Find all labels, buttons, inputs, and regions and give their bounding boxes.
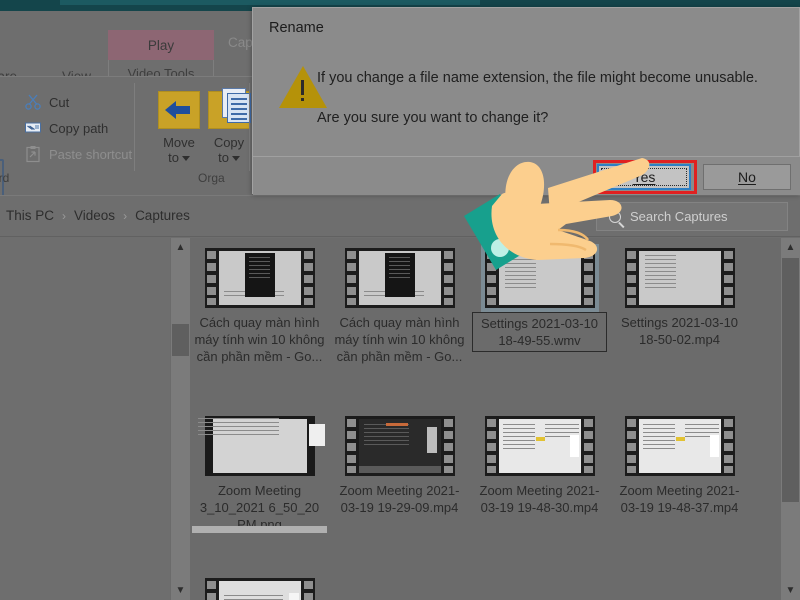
file-thumbnail xyxy=(341,412,459,480)
file-tile[interactable]: Zoom Meeting 2021-03-19 19-29-09.mp4 xyxy=(332,412,467,516)
copy-to-label-line1: Copy xyxy=(198,135,260,150)
no-button[interactable]: No xyxy=(703,164,791,190)
file-tile[interactable]: Cách quay màn hình máy tính win 10 không… xyxy=(192,244,327,365)
file-thumbnail xyxy=(201,244,319,312)
title-bar-inner xyxy=(60,0,480,5)
breadcrumb-separator: › xyxy=(123,209,127,223)
nav-scrollbar-thumb[interactable] xyxy=(172,324,189,356)
no-button-label: No xyxy=(738,169,756,185)
breadcrumb[interactable]: › This PC › Videos › Captures xyxy=(0,208,190,223)
breadcrumb-item-captures[interactable]: Captures xyxy=(135,208,190,223)
file-tile[interactable]: Zoom Meeting 2021-03-19 19-48-37.mp4 xyxy=(612,412,747,516)
tab-captures-label: Cap xyxy=(228,35,253,50)
copy-path-icon xyxy=(24,119,42,137)
scroll-up-arrow-icon[interactable]: ▲ xyxy=(171,238,190,257)
navigation-pane-scrollbar[interactable]: ▲ ▼ xyxy=(171,238,190,600)
file-name: Zoom Meeting 2021-03-19 19-48-37.mp4 xyxy=(612,480,747,516)
file-thumbnail xyxy=(201,412,319,480)
screenshot-root: Play Cap hare View Video Tools e xyxy=(0,0,800,600)
file-tile-partial[interactable] xyxy=(192,574,327,600)
tab-play[interactable]: Play xyxy=(108,30,214,60)
file-thumbnail xyxy=(481,412,599,480)
copy-path-label: Copy path xyxy=(49,121,108,136)
tab-captures[interactable]: Cap xyxy=(228,35,253,50)
warning-exclamation-dot xyxy=(301,98,304,101)
group-label-organize: Orga xyxy=(198,171,225,185)
pointing-hand-icon xyxy=(462,150,652,280)
navigation-pane[interactable] xyxy=(0,238,170,600)
cut-label: Cut xyxy=(49,95,69,110)
file-tile[interactable]: Cách quay màn hình máy tính win 10 không… xyxy=(332,244,467,365)
ribbon-button-copy-to[interactable]: Copy to xyxy=(198,87,260,165)
breadcrumb-item-videos[interactable]: Videos xyxy=(74,208,115,223)
file-name-edit-box[interactable]: Settings 2021-03-10 18-49-55.wmv xyxy=(472,312,607,352)
copy-to-folder-icon xyxy=(206,87,252,131)
move-to-label-line2: to xyxy=(168,150,179,165)
scroll-down-arrow-icon[interactable]: ▼ xyxy=(781,581,800,600)
dialog-message-line2: Are you sure you want to change it? xyxy=(317,110,548,126)
breadcrumb-item-this-pc[interactable]: This PC xyxy=(6,208,54,223)
move-to-folder-icon xyxy=(156,87,202,131)
file-tile[interactable]: Zoom Meeting 2021-03-19 19-48-30.mp4 xyxy=(472,412,607,516)
breadcrumb-separator: › xyxy=(62,209,66,223)
file-name: Zoom Meeting 2021-03-19 19-29-09.mp4 xyxy=(332,480,467,516)
paste-shortcut-label: Paste shortcut xyxy=(49,147,132,162)
ribbon-command-cut[interactable]: Cut xyxy=(24,93,69,111)
scroll-up-arrow-icon[interactable]: ▲ xyxy=(781,238,800,257)
tab-play-label: Play xyxy=(148,38,174,53)
dialog-title: Rename xyxy=(269,20,324,36)
warning-exclamation-stroke xyxy=(301,80,304,95)
scroll-down-arrow-icon[interactable]: ▼ xyxy=(171,581,190,600)
ribbon-group-separator-1 xyxy=(134,83,135,171)
file-tile[interactable]: Zoom Meeting 3_10_2021 6_50_20 PM.png xyxy=(192,412,327,533)
content-scrollbar-thumb[interactable] xyxy=(782,258,799,502)
dialog-body: If you change a file name extension, the… xyxy=(253,52,800,156)
address-bar: › This PC › Videos › Captures Search Cap… xyxy=(0,195,800,237)
chevron-down-icon[interactable] xyxy=(232,156,240,161)
content-pane: ▲ ▼ Cách quay màn hình máy tính win 10 k… xyxy=(0,238,800,600)
paste-shortcut-icon xyxy=(24,145,42,163)
ribbon-group-separator-2 xyxy=(249,83,250,171)
copy-to-label-line2: to xyxy=(218,150,229,165)
file-thumbnail xyxy=(621,412,739,480)
file-name: Cách quay màn hình máy tính win 10 không… xyxy=(332,312,467,365)
file-name: Zoom Meeting 2021-03-19 19-48-30.mp4 xyxy=(472,480,607,516)
file-name: Settings 2021-03-10 18-50-02.mp4 xyxy=(612,312,747,348)
file-thumbnail xyxy=(341,244,459,312)
file-name: Cách quay màn hình máy tính win 10 không… xyxy=(192,312,327,365)
content-pane-scrollbar[interactable]: ▲ ▼ xyxy=(781,238,800,600)
ribbon-command-paste-shortcut: Paste shortcut xyxy=(24,145,132,163)
file-thumbnail xyxy=(201,574,319,600)
group-label-clipboard: ard xyxy=(0,171,9,185)
ribbon-command-copy-path[interactable]: Copy path xyxy=(24,119,108,137)
scissors-icon xyxy=(24,93,42,111)
dialog-message-line1: If you change a file name extension, the… xyxy=(317,70,758,86)
chevron-down-icon[interactable] xyxy=(182,156,190,161)
